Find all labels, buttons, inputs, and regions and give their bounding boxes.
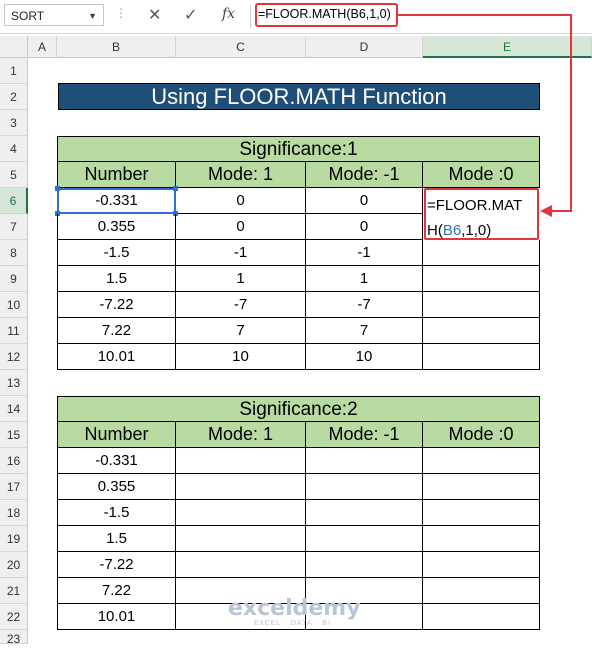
cell-c18[interactable]	[176, 500, 306, 526]
cell-c16[interactable]	[176, 448, 306, 474]
header-number-2[interactable]: Number	[57, 422, 176, 448]
cell-e20[interactable]	[423, 552, 540, 578]
cell-e21[interactable]	[423, 578, 540, 604]
cell-d19[interactable]	[306, 526, 423, 552]
cell-b22[interactable]: 10.01	[57, 604, 176, 630]
significance-2-header[interactable]: Significance:2	[57, 396, 540, 422]
cell-c19[interactable]	[176, 526, 306, 552]
watermark-text: exceldemy	[228, 596, 361, 621]
header-mode-neg1-2[interactable]: Mode: -1	[306, 422, 423, 448]
cell-d17[interactable]	[306, 474, 423, 500]
cell-b17[interactable]: 0.355	[57, 474, 176, 500]
cell-e22[interactable]	[423, 604, 540, 630]
cell-b16[interactable]: -0.331	[57, 448, 176, 474]
cell-d20[interactable]	[306, 552, 423, 578]
cell-b21[interactable]: 7.22	[57, 578, 176, 604]
cell-c20[interactable]	[176, 552, 306, 578]
cell-b18[interactable]: -1.5	[57, 500, 176, 526]
cell-d16[interactable]	[306, 448, 423, 474]
cell-e18[interactable]	[423, 500, 540, 526]
cell-d18[interactable]	[306, 500, 423, 526]
cell-b20[interactable]: -7.22	[57, 552, 176, 578]
cell-b19[interactable]: 1.5	[57, 526, 176, 552]
cell-e16[interactable]	[423, 448, 540, 474]
cell-e17[interactable]	[423, 474, 540, 500]
cell-c17[interactable]	[176, 474, 306, 500]
header-mode-0-2[interactable]: Mode :0	[423, 422, 540, 448]
cell-e19[interactable]	[423, 526, 540, 552]
watermark-logo: exceldemy EXCEL · DATA · BI	[228, 596, 361, 627]
header-mode-1-2[interactable]: Mode: 1	[176, 422, 306, 448]
